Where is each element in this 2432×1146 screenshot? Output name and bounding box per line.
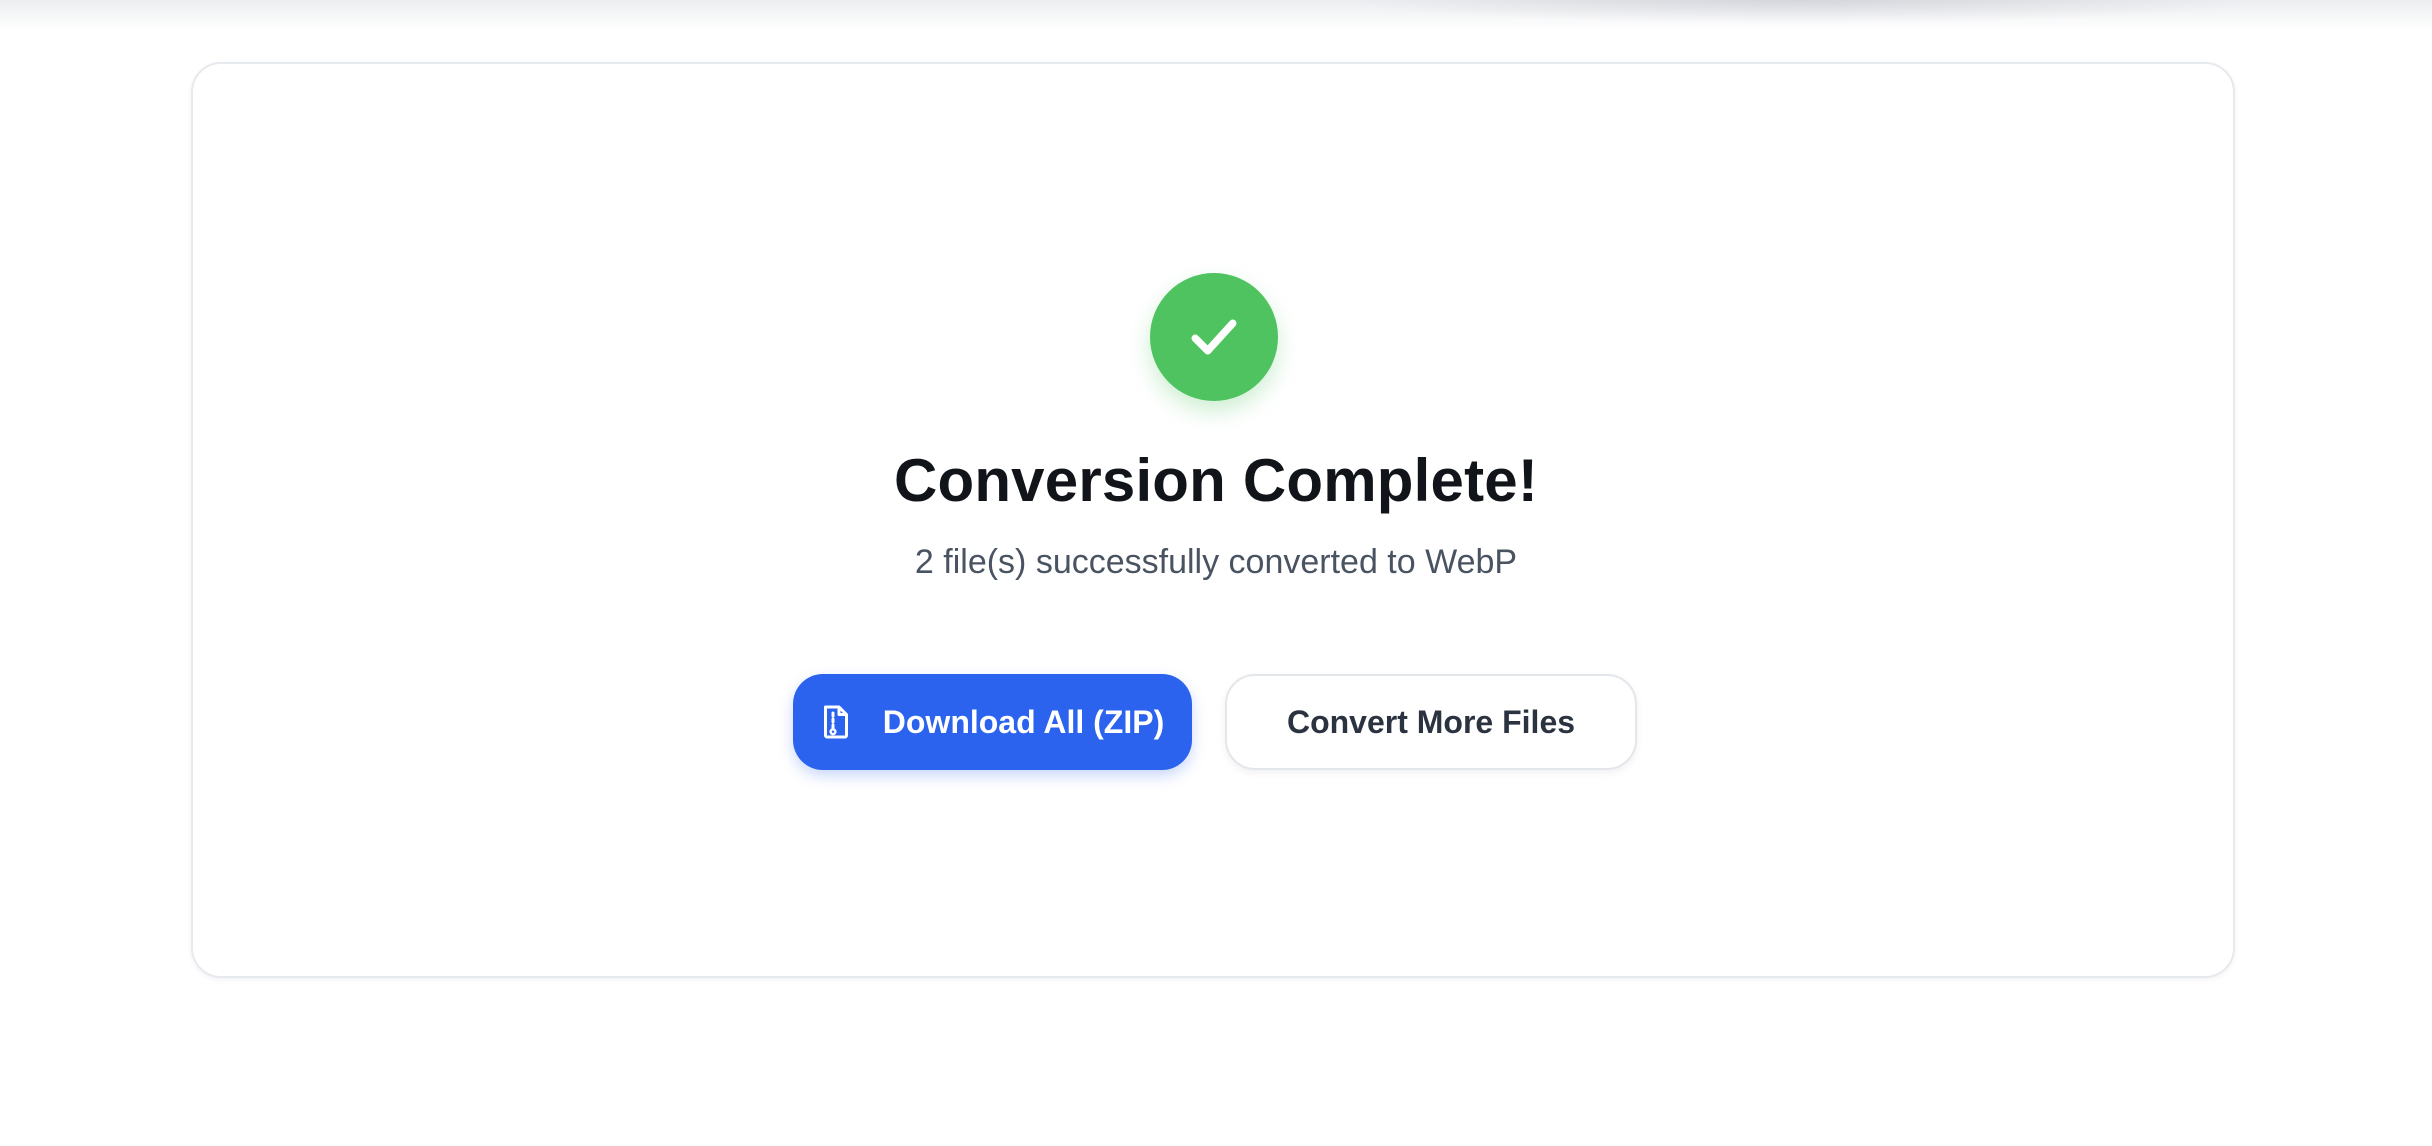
check-icon — [1191, 319, 1237, 355]
zip-file-icon — [821, 704, 851, 740]
download-all-button[interactable]: Download All (ZIP) — [793, 674, 1192, 770]
result-subtitle: 2 file(s) successfully converted to WebP — [914, 543, 1518, 581]
download-all-label: Download All (ZIP) — [882, 703, 1165, 740]
page-title: Conversion Complete! — [893, 447, 1539, 514]
header-shadow-accent — [1340, 0, 2260, 24]
convert-more-label: Convert More Files — [1286, 703, 1576, 740]
success-badge — [1150, 273, 1278, 401]
result-card — [191, 62, 2235, 978]
convert-more-button[interactable]: Convert More Files — [1225, 674, 1637, 770]
